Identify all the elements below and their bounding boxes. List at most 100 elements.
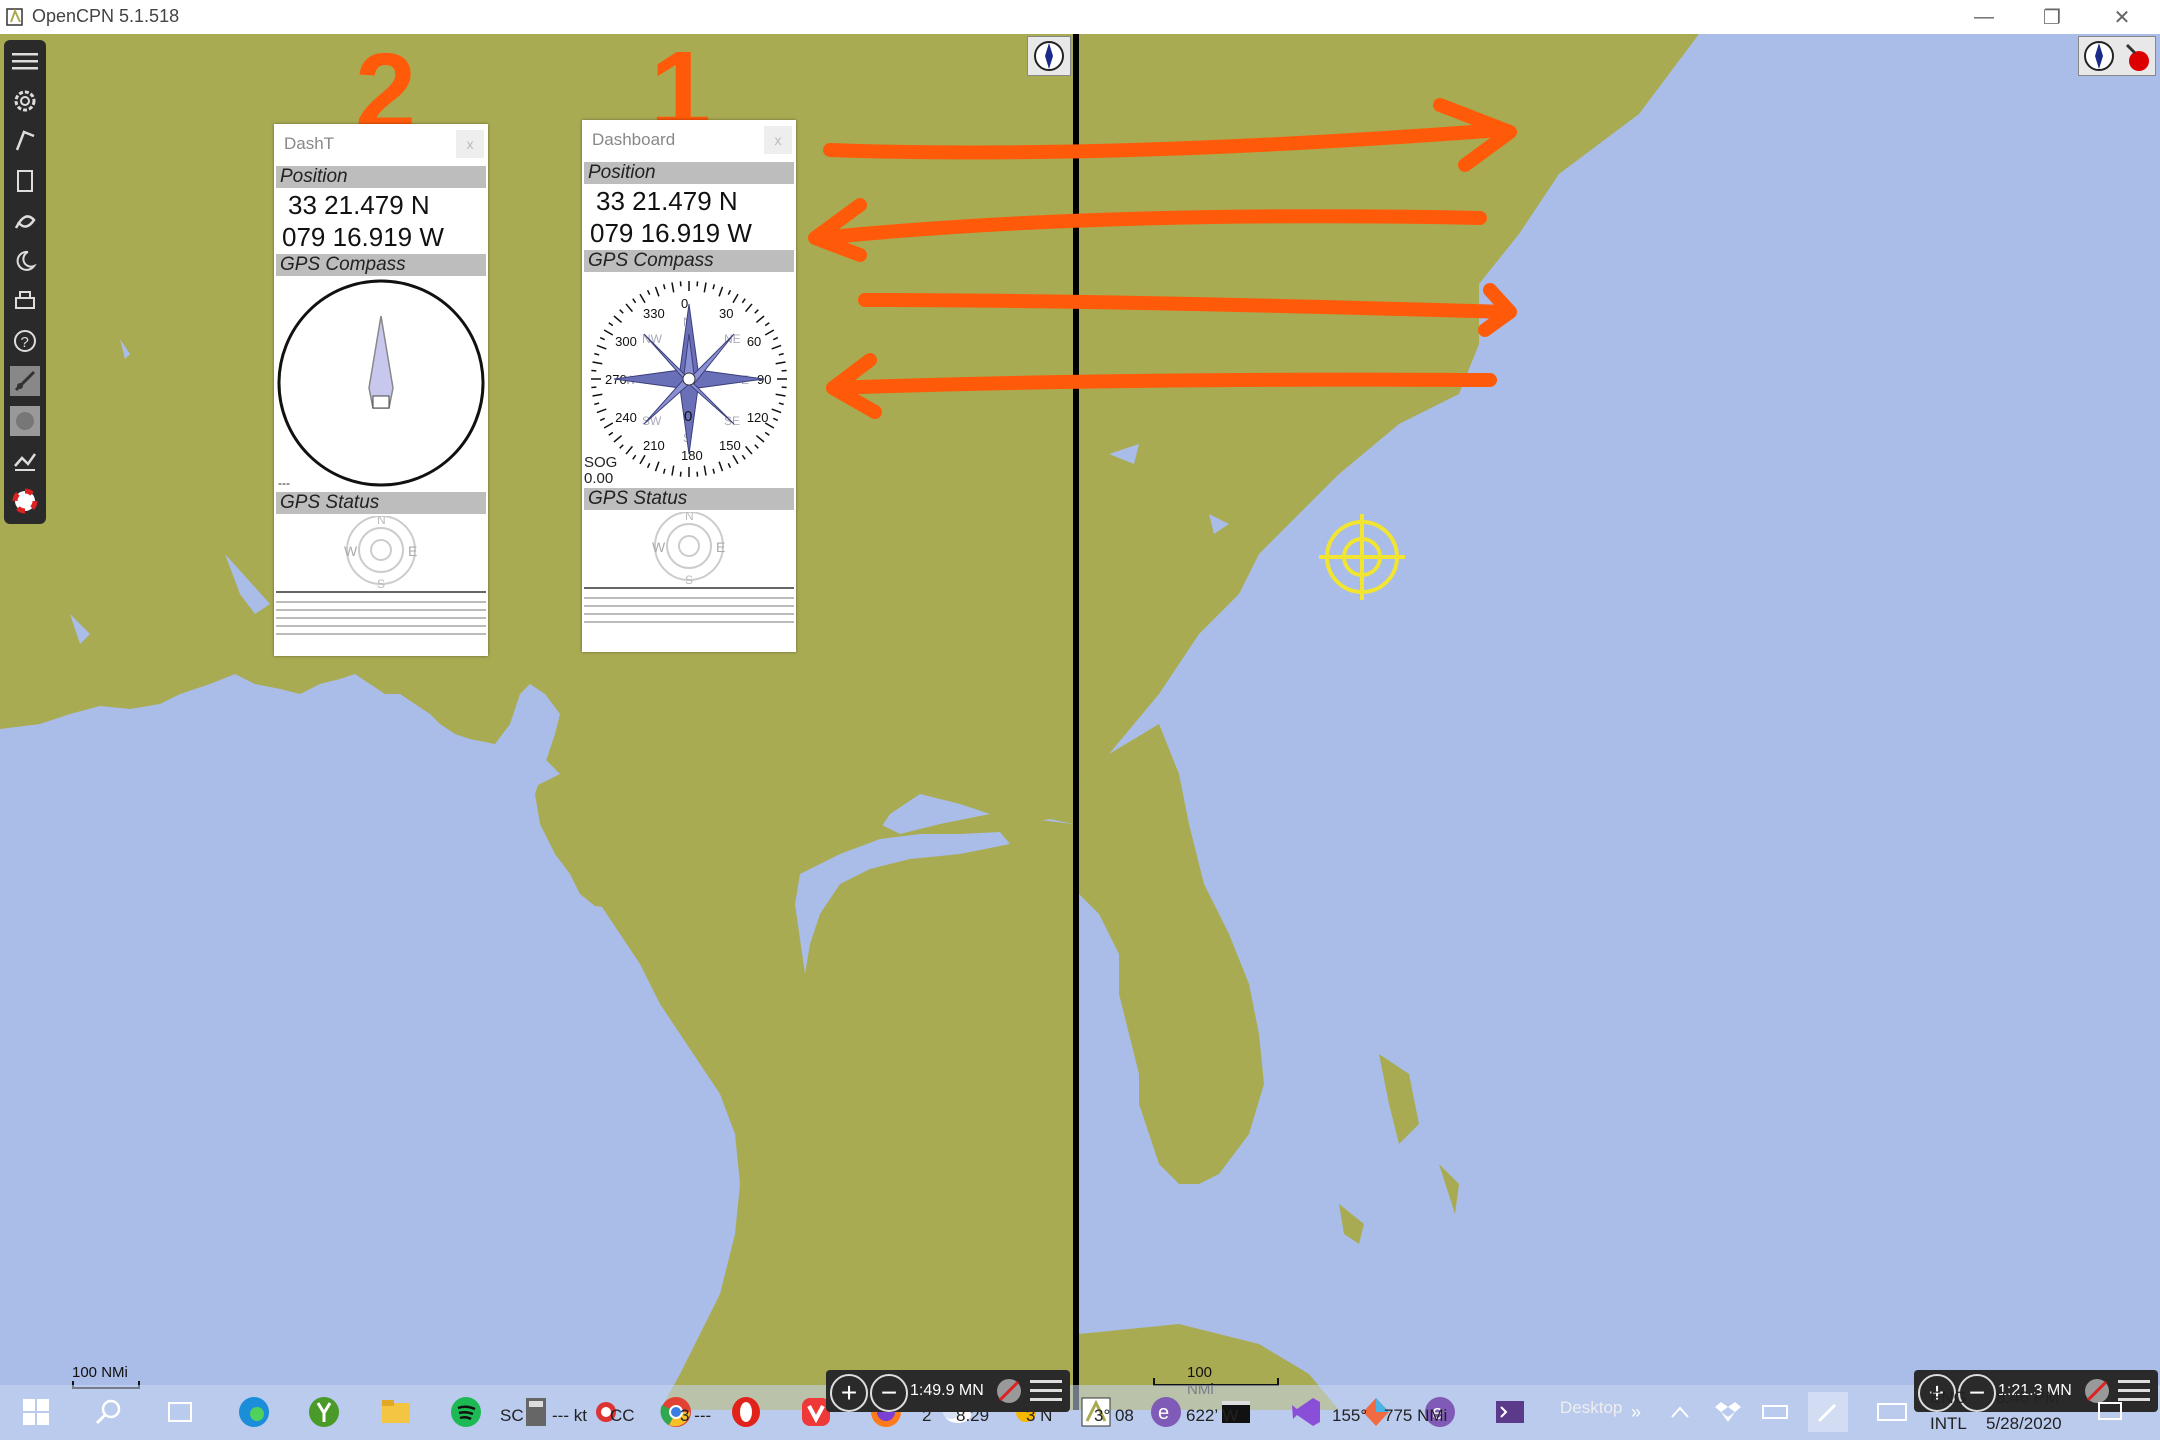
file-explorer-icon[interactable] — [376, 1392, 416, 1432]
svg-text:S: S — [685, 573, 693, 587]
dasht-close-button[interactable]: x — [456, 130, 484, 158]
menu-icon[interactable] — [10, 46, 40, 76]
compass-degree-label: 30 — [719, 306, 733, 321]
lon-readout-partial: 3° 08 — [1094, 1406, 1134, 1425]
compass-heading-value: 0 — [684, 408, 692, 425]
compass-north-icon — [2084, 41, 2149, 71]
gps-status-section-title: GPS Status — [584, 488, 794, 510]
tray-chevron-icon[interactable] — [1660, 1392, 1700, 1432]
compass-dashes: --- — [278, 476, 290, 490]
compass-degree-label: 60 — [747, 334, 761, 349]
document-icon[interactable] — [10, 166, 40, 196]
clock-time[interactable]: 8:46 PM — [1996, 1388, 2059, 1408]
dasht-panel[interactable]: DashT x Position 33 21.479 N 079 16.919 … — [274, 124, 488, 656]
emacs-icon[interactable]: e — [1146, 1392, 1186, 1432]
desktop-toolbar-label[interactable]: Desktop — [1560, 1398, 1622, 1418]
gps-status-gauge: N W E S — [584, 512, 794, 623]
opera-icon[interactable] — [726, 1392, 766, 1432]
chart-scale-text: 1:49.9 MN — [910, 1382, 984, 1399]
compass-degree-label: 330 — [643, 306, 665, 321]
pen-icon[interactable] — [1808, 1392, 1848, 1432]
distance-readout-partial: 775 NMi — [1384, 1406, 1448, 1425]
more-toolbars-icon[interactable]: » — [1626, 1392, 1646, 1432]
compass-degree-label: 150 — [719, 438, 741, 453]
north-up-button-right[interactable] — [2078, 36, 2156, 76]
arrow-left — [826, 372, 1497, 395]
visual-studio-icon[interactable] — [1286, 1392, 1326, 1432]
dashboard-close-button[interactable]: x — [764, 126, 792, 154]
lon-value-partial: 622’ W — [1186, 1406, 1239, 1425]
print-icon[interactable] — [10, 286, 40, 316]
route-icon[interactable] — [10, 126, 40, 156]
compass-degree-label: 300 — [615, 334, 637, 349]
keyboard-layout-indicator[interactable]: INTL — [1930, 1414, 1967, 1434]
mob-icon[interactable] — [10, 486, 40, 516]
start-icon[interactable] — [16, 1392, 56, 1432]
tactics-icon[interactable] — [10, 406, 40, 436]
latitude-value: 33 21.479 N — [288, 190, 430, 220]
dashboard-panel[interactable]: Dashboard x Position 33 21.479 N 079 16.… — [582, 120, 796, 652]
edge-browser-icon[interactable] — [234, 1392, 274, 1432]
longitude-value: 079 16.919 W — [590, 218, 752, 248]
svg-text:?: ? — [21, 334, 29, 351]
compass-degree-label: 240 — [615, 410, 637, 425]
dasht-caption: DashT — [284, 134, 335, 153]
svg-text:e: e — [1158, 1402, 1169, 1424]
svg-text:S: S — [377, 577, 385, 591]
language-indicator[interactable]: ENG — [1930, 1388, 1967, 1408]
svg-text:E: E — [408, 543, 417, 559]
sog-value: 0.00 — [584, 470, 614, 487]
scale-label: 100 NMi — [72, 1364, 128, 1381]
settings-icon[interactable] — [10, 86, 40, 116]
search-icon[interactable] — [88, 1392, 128, 1432]
keyboard-icon[interactable] — [1872, 1392, 1912, 1432]
cog-readout-partial: CC — [610, 1406, 635, 1425]
chart-quilt-icon[interactable] — [992, 1374, 1026, 1408]
svg-text:N: N — [685, 512, 694, 523]
powershell-icon[interactable] — [1490, 1392, 1530, 1432]
bearing-readout-partial: 155° — [1332, 1406, 1368, 1425]
app-icon-green[interactable] — [304, 1392, 344, 1432]
svg-text:E: E — [716, 539, 725, 555]
night-mode-icon[interactable] — [10, 246, 40, 276]
gps-compass-section-title: GPS Compass — [276, 254, 486, 276]
track-icon[interactable] — [10, 206, 40, 236]
sog-label: SOG — [584, 454, 618, 471]
battery-icon[interactable] — [1756, 1392, 1796, 1432]
gps-status-gauge: N W E S — [276, 516, 486, 635]
latitude-value: 33 21.479 N — [596, 186, 738, 216]
svg-text:W: W — [652, 539, 666, 555]
svg-text:W: W — [344, 543, 358, 559]
clock-date[interactable]: 5/28/2020 — [1986, 1414, 2062, 1434]
task-view-icon[interactable] — [160, 1392, 200, 1432]
gps-compass-rose: 0306090120150180210240270300330NNEESESSW… — [587, 277, 791, 481]
zoom-in-button[interactable]: + — [830, 1374, 868, 1412]
dashboard-caption: Dashboard — [592, 130, 676, 149]
help-icon[interactable]: ? — [10, 326, 40, 356]
chart-bar-menu-icon[interactable] — [1030, 1376, 1064, 1406]
dropbox-icon[interactable] — [1708, 1392, 1748, 1432]
longitude-value: 079 16.919 W — [282, 222, 444, 252]
compass-degree-label: 0 — [681, 296, 688, 311]
compass-degree-label: 210 — [643, 438, 665, 453]
arrow-left — [813, 209, 1487, 245]
zoom-control-left: + − 1:49.9 MN — [826, 1370, 1070, 1412]
svg-text:N: N — [377, 516, 386, 527]
spotify-icon[interactable] — [446, 1392, 486, 1432]
tide-icon[interactable] — [10, 446, 40, 476]
compass-degree-label: 120 — [747, 410, 769, 425]
arrow-right — [858, 293, 1512, 319]
position-section-title: Position — [584, 162, 794, 184]
compass-degree-label: 180 — [681, 448, 703, 463]
dashboard-tool-icon[interactable] — [10, 366, 40, 396]
notifications-icon[interactable] — [2090, 1392, 2130, 1432]
position-section-title: Position — [276, 166, 486, 188]
compass-north-icon — [1034, 41, 1064, 71]
arrow-right — [823, 123, 1507, 160]
main-toolbar: ? — [4, 40, 46, 524]
north-up-button-left[interactable] — [1027, 36, 1071, 76]
cog-value-partial: 3 --- — [680, 1406, 712, 1425]
zoom-out-button[interactable]: − — [870, 1374, 908, 1412]
gps-status-section-title: GPS Status — [276, 492, 486, 514]
gps-compass-gauge — [277, 279, 485, 487]
